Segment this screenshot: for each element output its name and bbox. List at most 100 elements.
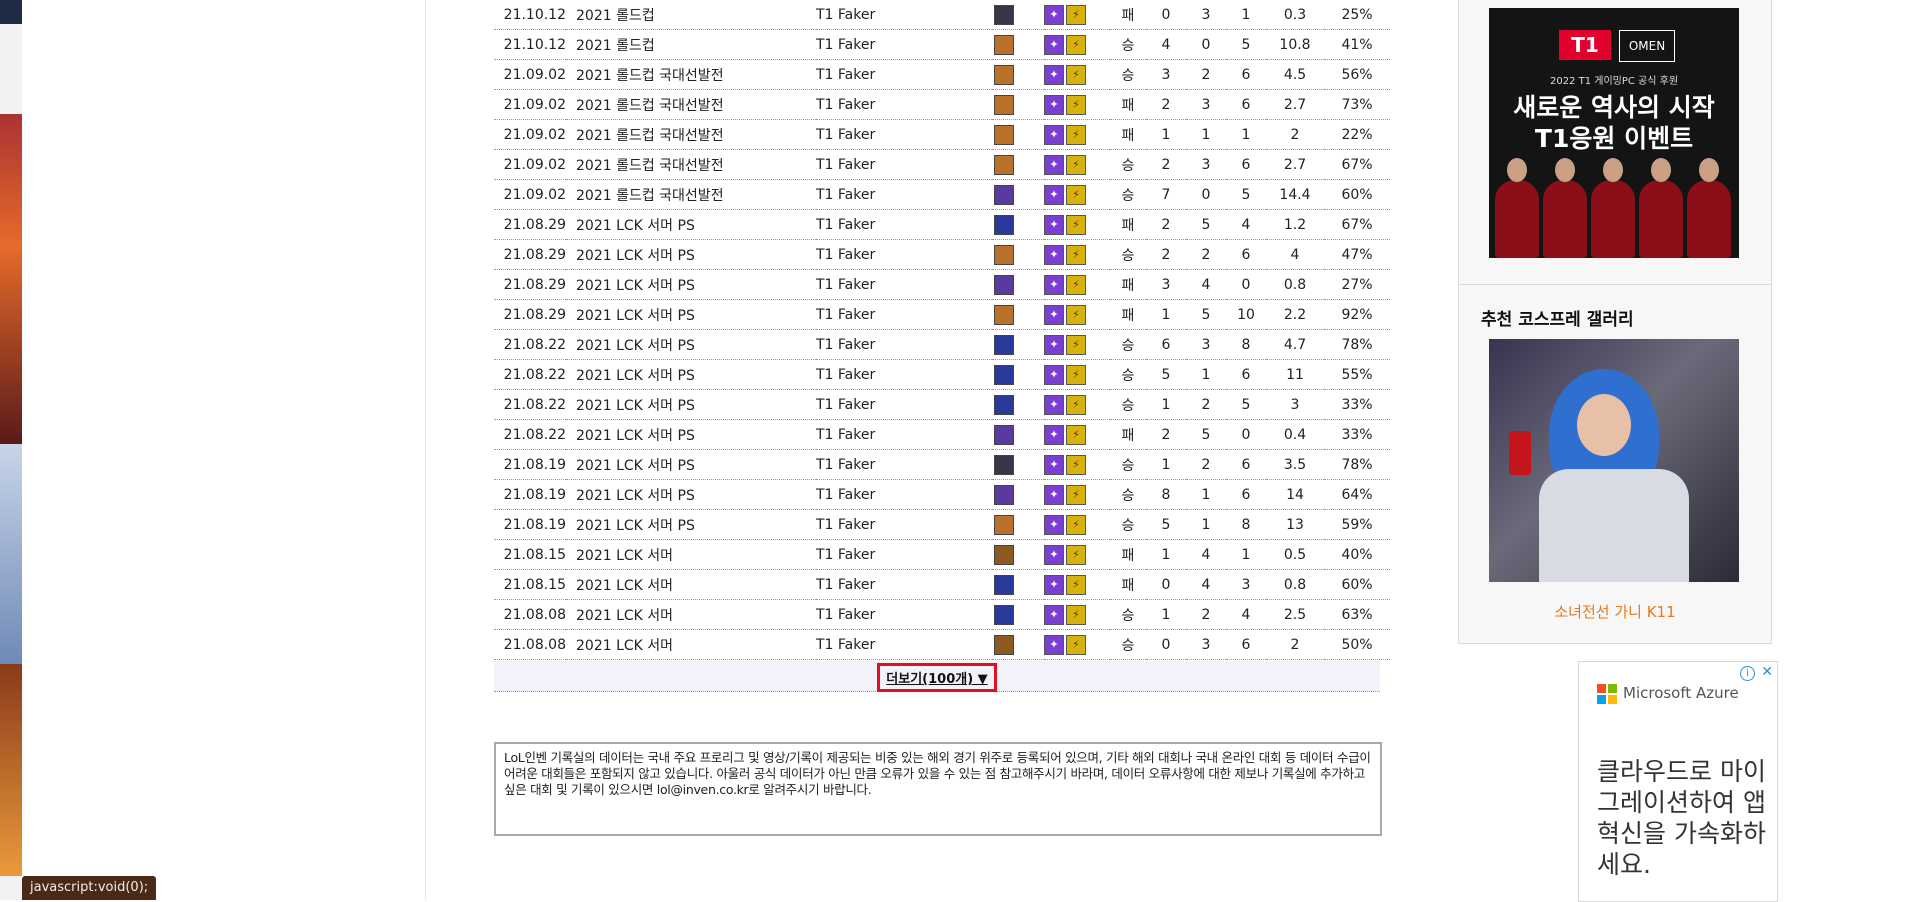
cosplay-caption-link[interactable]: 소녀전선 가니 K11 (1459, 601, 1771, 622)
record-row: 21.09.02 2021 롤드컵 국대선발전 T1 Faker ✦ ⚡ 패 2 3 6 2.7 7… (494, 89, 1390, 120)
ignite-spell-icon: ⚡ (1066, 544, 1086, 565)
record-result: 패 (1110, 419, 1146, 450)
record-assists: 6 (1226, 239, 1266, 270)
close-icon[interactable]: ✕ (1761, 664, 1773, 680)
champion-icon[interactable] (994, 544, 1014, 565)
record-kills: 2 (1146, 239, 1186, 270)
record-result: 승 (1110, 599, 1146, 630)
champion-icon[interactable] (994, 154, 1014, 175)
record-player: T1 Faker (816, 269, 992, 300)
champion-icon[interactable] (994, 4, 1014, 25)
cosplay-image[interactable] (1489, 339, 1739, 582)
record-champion (992, 179, 1044, 210)
t1-event-banner[interactable]: T1 OMEN 2022 T1 게이밍PC 공식 후원 새로운 역사의 시작 T… (1489, 8, 1739, 258)
record-kda: 3.5 (1266, 449, 1324, 480)
record-assists: 8 (1226, 509, 1266, 540)
more-row: 더보기(100개) ▼ (494, 661, 1380, 692)
record-spells: ✦ ⚡ (1044, 449, 1110, 480)
record-kills: 1 (1146, 299, 1186, 330)
flash-spell-icon: ✦ (1044, 274, 1064, 295)
record-kill-participation: 73% (1324, 89, 1390, 120)
champion-icon[interactable] (994, 94, 1014, 115)
record-result: 승 (1110, 449, 1146, 480)
record-player: T1 Faker (816, 29, 992, 60)
champion-icon[interactable] (994, 394, 1014, 415)
record-event: 2021 롤드컵 국대선발전 (566, 179, 816, 210)
champion-icon[interactable] (994, 214, 1014, 235)
record-player: T1 Faker (816, 89, 992, 120)
ignite-spell-icon: ⚡ (1066, 4, 1086, 25)
record-kills: 7 (1146, 179, 1186, 210)
champion-icon[interactable] (994, 604, 1014, 625)
strip-image-3 (0, 664, 22, 876)
flash-spell-icon: ✦ (1044, 94, 1064, 115)
flash-spell-icon: ✦ (1044, 154, 1064, 175)
load-more-button[interactable]: 더보기(100개) ▼ (877, 663, 997, 692)
champion-icon[interactable] (994, 454, 1014, 475)
champion-icon[interactable] (994, 334, 1014, 355)
record-spells: ✦ ⚡ (1044, 509, 1110, 540)
record-result: 승 (1110, 389, 1146, 420)
record-kill-participation: 60% (1324, 179, 1390, 210)
record-player: T1 Faker (816, 59, 992, 90)
record-spells: ✦ ⚡ (1044, 329, 1110, 360)
champion-icon[interactable] (994, 364, 1014, 385)
champion-icon[interactable] (994, 274, 1014, 295)
info-icon[interactable]: i (1740, 666, 1755, 681)
record-date: 21.08.22 (494, 389, 566, 420)
champion-icon[interactable] (994, 304, 1014, 325)
champion-icon[interactable] (994, 574, 1014, 595)
record-kills: 1 (1146, 539, 1186, 570)
record-kda: 0.5 (1266, 539, 1324, 570)
record-champion (992, 329, 1044, 360)
record-assists: 0 (1226, 419, 1266, 450)
record-assists: 1 (1226, 539, 1266, 570)
record-champion (992, 539, 1044, 570)
champion-icon[interactable] (994, 124, 1014, 145)
record-champion (992, 149, 1044, 180)
record-player: T1 Faker (816, 569, 992, 600)
record-date: 21.09.02 (494, 119, 566, 150)
record-deaths: 1 (1186, 479, 1226, 510)
flash-spell-icon: ✦ (1044, 604, 1064, 625)
record-deaths: 4 (1186, 269, 1226, 300)
record-kda: 10.8 (1266, 29, 1324, 60)
record-kills: 3 (1146, 59, 1186, 90)
champion-icon[interactable] (994, 64, 1014, 85)
record-event: 2021 LCK 서머 PS (566, 389, 816, 420)
record-row: 21.09.02 2021 롤드컵 국대선발전 T1 Faker ✦ ⚡ 패 1 1 1 2 22% (494, 119, 1390, 150)
ad-text: 클라우드로 마이그레이션하여 앱 혁신을 가속화하세요. (1597, 757, 1766, 879)
champion-icon[interactable] (994, 244, 1014, 265)
record-deaths: 2 (1186, 449, 1226, 480)
record-date: 21.09.02 (494, 59, 566, 90)
champion-icon[interactable] (994, 184, 1014, 205)
record-kda: 4.7 (1266, 329, 1324, 360)
record-date: 21.08.29 (494, 239, 566, 270)
record-row: 21.08.15 2021 LCK 서머 T1 Faker ✦ ⚡ 패 0 4 3 0.8 60% (494, 569, 1390, 600)
record-spells: ✦ ⚡ (1044, 239, 1110, 270)
record-player: T1 Faker (816, 419, 992, 450)
champion-icon[interactable] (994, 634, 1014, 655)
record-kill-participation: 92% (1324, 299, 1390, 330)
record-champion (992, 389, 1044, 420)
record-champion (992, 59, 1044, 90)
record-kda: 13 (1266, 509, 1324, 540)
strip-thumbnail (0, 0, 22, 24)
champion-icon[interactable] (994, 424, 1014, 445)
record-event: 2021 LCK 서머 (566, 569, 816, 600)
ignite-spell-icon: ⚡ (1066, 454, 1086, 475)
record-event: 2021 LCK 서머 PS (566, 359, 816, 390)
champion-icon[interactable] (994, 34, 1014, 55)
record-event: 2021 롤드컵 (566, 0, 816, 30)
flash-spell-icon: ✦ (1044, 394, 1064, 415)
record-kill-participation: 55% (1324, 359, 1390, 390)
record-result: 승 (1110, 329, 1146, 360)
ignite-spell-icon: ⚡ (1066, 124, 1086, 145)
azure-ad[interactable]: i ✕ Microsoft Azure 클라우드로 마이그레이션하여 앱 혁신을… (1578, 661, 1778, 902)
record-spells: ✦ ⚡ (1044, 179, 1110, 210)
record-player: T1 Faker (816, 359, 992, 390)
left-gutter (22, 0, 177, 900)
champion-icon[interactable] (994, 484, 1014, 505)
champion-icon[interactable] (994, 514, 1014, 535)
record-deaths: 1 (1186, 119, 1226, 150)
